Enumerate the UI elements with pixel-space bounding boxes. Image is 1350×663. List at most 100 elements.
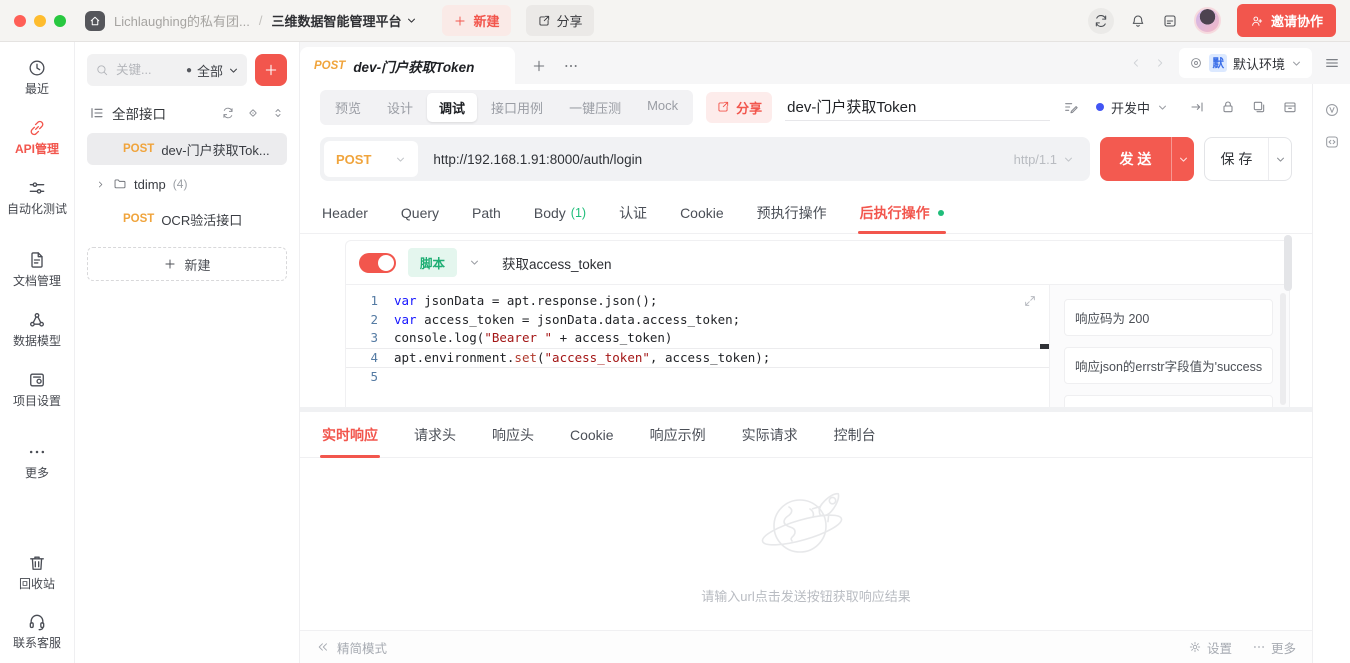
add-api-button[interactable] (255, 54, 287, 86)
response-tab-请求头[interactable]: 请求头 (414, 412, 456, 457)
request-tab-Cookie[interactable]: Cookie (680, 193, 724, 233)
api-title-input[interactable] (785, 93, 1050, 121)
sidebar-bottom-item-0[interactable]: 回收站 (19, 553, 55, 590)
menu-hamburger-icon[interactable] (1324, 55, 1340, 71)
sidebar-item-4[interactable]: 数据模型 (13, 310, 61, 347)
code-line-5[interactable]: 5 (346, 368, 1049, 387)
mode-tab-调试[interactable]: 调试 (427, 93, 477, 122)
send-button[interactable]: 发 送 (1100, 137, 1194, 181)
tree-api-0[interactable]: POST dev-门户获取Tok... (87, 133, 287, 165)
edit-title-icon[interactable] (1063, 99, 1079, 115)
code-editor[interactable]: 1var jsonData = apt.response.json(); 2va… (346, 285, 1049, 407)
sidebar-item-1[interactable]: API管理 (15, 118, 59, 155)
share-api-button[interactable]: 分享 (706, 92, 772, 123)
request-tab-预执行操作[interactable]: 预执行操作 (757, 193, 827, 233)
lock-icon[interactable] (1220, 99, 1236, 115)
save-button[interactable]: 保 存 (1204, 137, 1292, 181)
code-line-1[interactable]: 1var jsonData = apt.response.json(); (346, 292, 1049, 311)
share-project-button[interactable]: 分享 (526, 5, 594, 36)
mode-tab-Mock[interactable]: Mock (635, 93, 690, 122)
response-tab-实际请求[interactable]: 实际请求 (742, 412, 798, 457)
code-line-2[interactable]: 2var access_token = jsonData.data.access… (346, 311, 1049, 330)
sidebar-bottom-item-1[interactable]: 联系客服 (13, 612, 61, 649)
team-home-icon[interactable] (85, 11, 105, 31)
code-line-4[interactable]: 4apt.environment.set("access_token", acc… (346, 348, 1049, 369)
request-tab-认证[interactable]: 认证 (619, 193, 647, 233)
tree-api-2[interactable]: POST OCR验活接口 (87, 203, 287, 235)
sort-icon[interactable] (271, 106, 285, 120)
response-tab-响应头[interactable]: 响应头 (492, 412, 534, 457)
response-tab-控制台[interactable]: 控制台 (834, 412, 876, 457)
refresh-icon[interactable] (221, 106, 235, 120)
response-tab-Cookie[interactable]: Cookie (570, 412, 614, 457)
protocol-select[interactable]: http/1.1 (1014, 152, 1086, 167)
compact-mode-button[interactable]: 精简模式 (316, 638, 387, 657)
sync-icon[interactable] (1088, 8, 1114, 34)
dots-icon (1252, 640, 1266, 654)
url-input[interactable]: http://192.168.1.91:8000/auth/login (433, 152, 642, 167)
snippet-scrollbar[interactable] (1280, 293, 1286, 405)
plus-icon (453, 14, 467, 28)
maximize-window-button[interactable] (54, 15, 66, 27)
main-scrollbar[interactable] (1284, 235, 1292, 291)
search-filter-dropdown[interactable]: ● 全部 (186, 61, 239, 80)
mode-tab-接口用例[interactable]: 接口用例 (479, 93, 555, 122)
tab-scroll-left-icon[interactable] (1129, 56, 1143, 70)
sidebar-item-0[interactable]: 最近 (25, 58, 49, 95)
request-tab-Path[interactable]: Path (472, 193, 501, 233)
tree-folder-1[interactable]: tdimp (4) (87, 168, 287, 200)
close-window-button[interactable] (14, 15, 26, 27)
new-api-button[interactable]: 新建 (87, 247, 287, 281)
script-type-badge[interactable]: 脚本 (408, 248, 457, 277)
sidebar-item-2[interactable]: 自动化测试 (7, 178, 67, 215)
more-button[interactable]: 更多 (1252, 638, 1296, 657)
new-button[interactable]: 新建 (442, 5, 510, 36)
request-tab-Query[interactable]: Query (401, 193, 439, 233)
search-input[interactable] (114, 62, 154, 78)
expand-editor-icon[interactable] (1023, 294, 1037, 308)
generate-code-icon[interactable] (1324, 134, 1340, 150)
version-icon[interactable] (1324, 102, 1340, 118)
history-icon (27, 58, 47, 78)
mode-tab-预览[interactable]: 预览 (323, 93, 373, 122)
mode-tab-设计[interactable]: 设计 (375, 93, 425, 122)
settings-button[interactable]: 设置 (1188, 638, 1232, 657)
response-tab-响应示例[interactable]: 响应示例 (650, 412, 706, 457)
tab-scroll-right-icon[interactable] (1153, 56, 1167, 70)
script-enabled-toggle[interactable] (359, 253, 396, 273)
snippet-item-1[interactable]: 响应json的errstr字段值为'success (1064, 347, 1273, 384)
notifications-bell-icon[interactable] (1130, 13, 1146, 29)
request-tab-Header[interactable]: Header (322, 193, 368, 233)
method-select[interactable]: POST (324, 141, 418, 177)
code-line-3[interactable]: 3console.log("Bearer " + access_token) (346, 329, 1049, 348)
invite-collaborate-button[interactable]: 邀请协作 (1237, 4, 1336, 37)
minimize-window-button[interactable] (34, 15, 46, 27)
environment-selector[interactable]: 默 默认环境 (1179, 48, 1312, 78)
request-tab-Body[interactable]: Body(1) (534, 193, 586, 233)
new-tab-button[interactable] (531, 58, 547, 74)
tab-more-button[interactable] (563, 58, 579, 74)
move-api-icon[interactable] (1189, 99, 1205, 115)
project-name[interactable]: 三维数据智能管理平台 (271, 11, 417, 30)
clone-icon[interactable] (1251, 99, 1267, 115)
sidebar-item-3[interactable]: 文档管理 (13, 250, 61, 287)
document-tab-active[interactable]: POST dev-门户获取Token (300, 47, 515, 84)
team-name[interactable]: Lichlaughing的私有团... (114, 11, 250, 30)
feedback-icon[interactable] (1162, 13, 1178, 29)
save-options-icon[interactable] (1268, 138, 1291, 180)
sidebar-item-6[interactable]: 更多 (25, 442, 49, 479)
script-type-dropdown-icon[interactable] (469, 257, 480, 268)
search-box[interactable]: ● 全部 (87, 54, 247, 86)
snippet-item-2[interactable]: 正文匹配含有字符串test (1064, 395, 1273, 407)
script-name-input[interactable]: 获取access_token (502, 253, 612, 273)
user-avatar[interactable] (1194, 7, 1221, 34)
api-status-dropdown[interactable]: 开发中 (1096, 98, 1168, 117)
request-tab-后执行操作[interactable]: 后执行操作 (860, 193, 944, 233)
send-options-icon[interactable] (1171, 137, 1194, 181)
sidebar-item-5[interactable]: 项目设置 (13, 370, 61, 407)
snippet-item-0[interactable]: 响应码为 200 (1064, 299, 1273, 336)
locate-icon[interactable] (246, 106, 260, 120)
mode-tab-一键压测[interactable]: 一键压测 (557, 93, 633, 122)
archive-icon[interactable] (1282, 99, 1298, 115)
response-tab-实时响应[interactable]: 实时响应 (322, 412, 378, 457)
